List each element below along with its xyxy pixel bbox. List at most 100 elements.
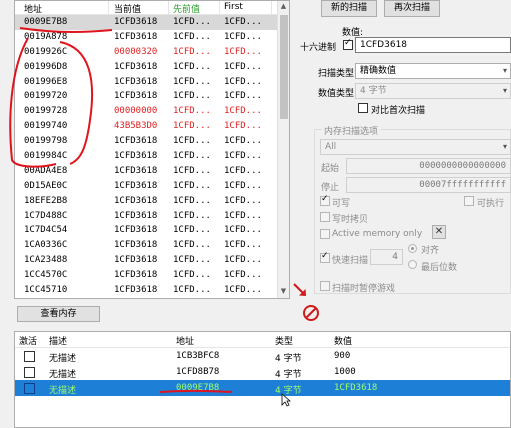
- row-type: 4 字节: [275, 354, 302, 364]
- row-description: 无描述: [49, 370, 77, 380]
- row-current-value: 1CFD3618: [114, 136, 158, 147]
- col-address-header[interactable]: 地址: [176, 334, 194, 347]
- col-active-header[interactable]: 激活: [19, 334, 37, 347]
- results-scrollbar[interactable]: ▲ ▼: [277, 1, 289, 298]
- scroll-up-icon[interactable]: ▲: [278, 2, 289, 10]
- copy-on-write-checkbox[interactable]: [320, 212, 330, 222]
- address-list-row[interactable]: 无描述 1CB3BFC8 4 字节 900: [15, 348, 510, 364]
- scan-type-select[interactable]: 精确数值 ▾: [355, 63, 511, 79]
- address-list-header: 激活 描述 地址 类型 数值: [15, 332, 510, 348]
- active-checkbox[interactable]: [24, 367, 35, 378]
- row-value: 900: [334, 351, 351, 361]
- table-row[interactable]: 00199720 1CFD3618 1CFD... 1CFD...: [15, 89, 289, 104]
- new-scan-button[interactable]: 新的扫描: [321, 0, 377, 17]
- table-row[interactable]: 001996E8 1CFD3618 1CFD... 1CFD...: [15, 75, 289, 90]
- table-row[interactable]: 1CC45710 1CFD3618 1CFD... 1CFD...: [15, 283, 289, 298]
- row-address: 1C7D488C: [24, 210, 68, 221]
- fast-scan-checkbox[interactable]: [320, 251, 330, 263]
- start-label: 起始: [321, 164, 340, 174]
- row-address: 1CB3BFC8: [176, 351, 220, 361]
- row-previous-value: 1CFD...: [173, 210, 211, 221]
- last-digits-radio[interactable]: [408, 260, 417, 269]
- writable-checkbox[interactable]: [320, 194, 330, 206]
- align-label: 对齐: [421, 246, 440, 256]
- row-current-value: 1CFD3618: [114, 76, 158, 87]
- active-checkbox[interactable]: [24, 383, 35, 394]
- memory-region-select[interactable]: All ▾: [320, 139, 511, 155]
- row-previous-value: 1CFD...: [173, 225, 211, 236]
- col-value-header[interactable]: 数值: [334, 334, 352, 347]
- compare-first-checkbox[interactable]: [358, 103, 368, 113]
- table-row[interactable]: 0009E7B8 1CFD3618 1CFD... 1CFD...: [15, 15, 289, 30]
- row-address: 0009E7B8: [176, 383, 220, 393]
- col-current-header[interactable]: 当前值: [114, 2, 141, 15]
- row-previous-value: 1CFD...: [173, 91, 211, 102]
- row-address: 1CC45710: [24, 285, 68, 296]
- address-list-row[interactable]: 无描述 1CFD8B78 4 字节 1000: [15, 364, 510, 380]
- table-row[interactable]: 00199798 1CFD3618 1CFD... 1CFD...: [15, 134, 289, 149]
- table-row[interactable]: 18EFE2B8 1CFD3618 1CFD... 1CFD...: [15, 194, 289, 209]
- no-entry-icon[interactable]: [302, 304, 320, 322]
- value-input[interactable]: 1CFD3618: [355, 37, 511, 53]
- address-list[interactable]: 激活 描述 地址 类型 数值 无描述 1CB3BFC8 4 字节 900 无描述 1CFD…: [14, 331, 511, 428]
- table-row[interactable]: 0D15AE0C 1CFD3618 1CFD... 1CFD...: [15, 179, 289, 194]
- row-address: 0019984C: [24, 151, 68, 162]
- red-diagonal-arrow-icon[interactable]: [290, 280, 310, 300]
- table-row[interactable]: 00199740 43B5B3D0 1CFD... 1CFD...: [15, 119, 289, 134]
- table-row[interactable]: 1C7D488C 1CFD3618 1CFD... 1CFD...: [15, 209, 289, 224]
- value-type-label: 数值类型: [318, 89, 355, 99]
- table-row[interactable]: 1C7D4C54 1CFD3618 1CFD... 1CFD...: [15, 223, 289, 238]
- table-row[interactable]: 1CA23488 1CFD3618 1CFD... 1CFD...: [15, 253, 289, 268]
- col-address-header[interactable]: 地址: [24, 2, 42, 15]
- row-address: 1C7D4C54: [24, 225, 68, 236]
- writable-label: 可写: [332, 199, 351, 209]
- row-current-value: 1CFD3618: [114, 91, 158, 102]
- table-row[interactable]: 00ADA4E8 1CFD3618 1CFD... 1CFD...: [15, 164, 289, 179]
- col-desc-header[interactable]: 描述: [49, 334, 67, 347]
- row-address: 0009E7B8: [24, 17, 68, 27]
- active-memory-label: Active memory only: [332, 229, 423, 239]
- hex-checkbox[interactable]: [343, 38, 353, 50]
- row-address: 1CA23488: [24, 255, 68, 266]
- start-address-input[interactable]: 0000000000000000: [346, 158, 511, 174]
- table-row[interactable]: 0019A878 1CFD3618 1CFD... 1CFD...: [15, 30, 289, 45]
- memory-region-value: All: [325, 142, 337, 152]
- fast-scan-input[interactable]: 4: [370, 249, 403, 265]
- scroll-thumb[interactable]: [280, 15, 288, 119]
- row-first-value: 1CFD...: [224, 17, 262, 27]
- row-description: 无描述: [49, 386, 77, 396]
- row-current-value: 1CFD3618: [114, 255, 158, 266]
- row-previous-value: 1CFD...: [173, 151, 211, 162]
- row-current-value: 1CFD3618: [114, 240, 158, 251]
- value-type-select[interactable]: 4 字节 ▾: [355, 83, 511, 99]
- table-row[interactable]: 0019926C 00000320 1CFD... 1CFD...: [15, 45, 289, 60]
- next-scan-button[interactable]: 再次扫描: [384, 0, 440, 17]
- table-row[interactable]: 1CA0336C 1CFD3618 1CFD... 1CFD...: [15, 238, 289, 253]
- col-previous-header[interactable]: 先前值: [173, 2, 200, 15]
- table-row[interactable]: 1CC4570C 1CFD3618 1CFD... 1CFD...: [15, 268, 289, 283]
- results-body: 0009E7B8 1CFD3618 1CFD... 1CFD... 0019A878 1C…: [15, 15, 289, 298]
- row-address: 00199798: [24, 136, 68, 147]
- active-memory-checkbox[interactable]: [320, 229, 330, 239]
- copy-on-write-label: 写时拷贝: [332, 215, 369, 225]
- address-list-row[interactable]: 无描述 0009E7B8 4 字节 1CFD3618: [15, 380, 510, 396]
- table-row[interactable]: 001996D8 1CFD3618 1CFD... 1CFD...: [15, 60, 289, 75]
- align-radio[interactable]: [408, 244, 417, 253]
- row-address: 00199728: [24, 106, 68, 117]
- table-row[interactable]: 00199728 00000000 1CFD... 1CFD...: [15, 104, 289, 119]
- table-row[interactable]: 0019984C 1CFD3618 1CFD... 1CFD...: [15, 149, 289, 164]
- scan-results-list[interactable]: 地址 当前值 先前值 First 0009E7B8 1CFD3618 1CFD...…: [14, 0, 290, 299]
- address-list-body: 无描述 1CB3BFC8 4 字节 900 无描述 1CFD8B78 4 字节 1000 无描述…: [15, 348, 510, 396]
- col-first-header[interactable]: First: [224, 2, 243, 12]
- pause-game-checkbox[interactable]: [320, 281, 330, 291]
- compare-first-label: 对比首次扫描: [371, 106, 426, 116]
- stop-address-input[interactable]: 00007fffffffffff: [346, 177, 511, 193]
- executable-checkbox[interactable]: [464, 196, 474, 206]
- row-first-value: 1CFD...: [224, 46, 262, 57]
- active-checkbox[interactable]: [24, 351, 35, 362]
- view-memory-button[interactable]: 查看内存: [17, 306, 100, 322]
- row-address: 00ADA4E8: [24, 165, 68, 176]
- col-type-header[interactable]: 类型: [275, 334, 293, 347]
- scroll-down-icon[interactable]: ▼: [278, 287, 289, 295]
- close-icon[interactable]: ✕: [432, 225, 446, 239]
